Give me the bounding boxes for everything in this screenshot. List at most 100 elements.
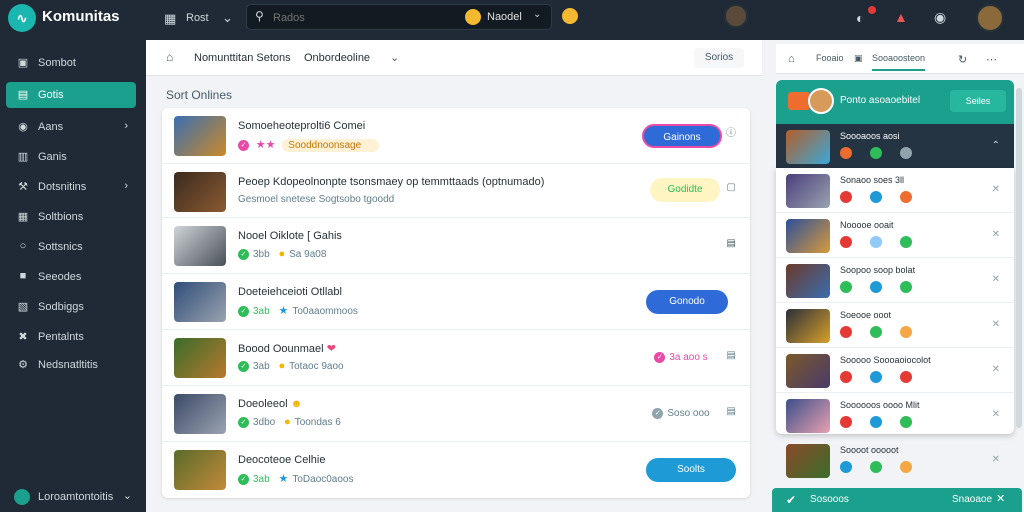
sidebar-item-label: Seeodes: [38, 271, 82, 283]
sidebar-item-label: Sombot: [38, 57, 76, 69]
active-item[interactable]: Soooaoos aosi ⌃: [776, 124, 1014, 168]
item-title: Boood Oounmael ❤: [238, 343, 336, 355]
window-icon[interactable]: ▤: [727, 350, 736, 361]
item-title: Doeoleeol ☻: [238, 398, 303, 410]
sidebar-item-gotis[interactable]: ▤ Gotis: [6, 82, 136, 108]
window-icon[interactable]: ▢: [727, 182, 736, 193]
collapse-icon[interactable]: ⌃: [992, 140, 1000, 151]
game-thumbnail: [786, 354, 830, 388]
sidebar-item-label: Soltbions: [38, 211, 84, 223]
notification-icon[interactable]: ◐: [856, 10, 864, 26]
star-icon: ●: [278, 248, 286, 260]
close-icon[interactable]: ✕: [992, 184, 1000, 195]
scrollbar[interactable]: [1016, 88, 1022, 428]
sidebar-item-label: Pentalnts: [38, 331, 84, 343]
status-dots: [840, 460, 930, 478]
close-icon[interactable]: ✕: [992, 409, 1000, 420]
chevron-down-icon[interactable]: ⌄: [390, 51, 399, 64]
game-thumbnail: [174, 116, 226, 156]
tab-icon[interactable]: ▣: [854, 53, 863, 64]
close-icon[interactable]: ✕: [996, 492, 1005, 505]
close-icon[interactable]: ✕: [992, 364, 1000, 375]
right-panel-footer[interactable]: ✔ Sosooos Snaoaoe ✕: [772, 488, 1022, 512]
check-icon: ✓: [238, 360, 249, 372]
chevron-down-icon[interactable]: ⌄: [533, 9, 541, 20]
chevron-down-icon[interactable]: ⌄: [222, 10, 233, 26]
reaction-icon[interactable]: [562, 8, 578, 24]
sidebar-item-sottsnics[interactable]: ○ Sottsnics: [6, 234, 136, 260]
item-title: Deocoteoe Celhie: [238, 454, 326, 466]
list-item[interactable]: Doeteiehceioti Otllabl ✓ 3ab ★ To0aaommoos…: [162, 274, 750, 330]
chevron-down-icon[interactable]: ⌄: [123, 489, 132, 502]
home-icon[interactable]: ⌂: [788, 53, 795, 65]
item-name: Nooooe ooait: [840, 220, 894, 230]
grid-menu-icon[interactable]: ▦: [164, 11, 176, 27]
chevron-right-icon[interactable]: ›: [124, 180, 128, 192]
close-icon[interactable]: ✕: [992, 229, 1000, 240]
list-item[interactable]: Peoep Kdopeolnonpte tsonsmaey op temmtta…: [162, 164, 750, 218]
item-subtitle: ✓ 3ab ● Totaoc 9aoo: [238, 360, 344, 372]
sidebar-item-ganis[interactable]: ▥ Ganis: [6, 144, 136, 170]
close-icon[interactable]: ✕: [992, 274, 1000, 285]
sidebar-item-dotsnitins[interactable]: ⚒ Dotsnitins ›: [6, 174, 136, 200]
window-icon[interactable]: ▤: [727, 406, 736, 417]
list-item[interactable]: Somoeheoteprolti6 Comei ✓ ★★ Sooddnoonsa…: [162, 108, 750, 164]
tab-fooaio[interactable]: Fooaio: [816, 53, 844, 63]
sidebar-item-label: Sodbiggs: [38, 301, 84, 313]
list-item[interactable]: Sooooo Soooaoiocolot ✕: [776, 348, 1014, 393]
action-button[interactable]: Soolts: [646, 458, 736, 482]
action-button[interactable]: Gonodo: [646, 290, 728, 314]
top-bar: ∿ Komunitas ▦ Rost ⌄ ⚲ Naodel ⌄ ◐ ▲ ◉: [0, 0, 1024, 40]
list-item[interactable]: Soeooe ooot ✕: [776, 303, 1014, 348]
status-pill[interactable]: ✓ 3a aoo s: [648, 346, 714, 370]
info-icon[interactable]: ⓘ: [726, 124, 736, 139]
close-icon[interactable]: ✕: [992, 454, 1000, 465]
list-item[interactable]: Soopoo soop bolat ✕: [776, 258, 1014, 303]
search-box[interactable]: ⚲ Naodel ⌄: [246, 4, 552, 30]
search-chip[interactable]: Naodel: [487, 11, 522, 23]
user-avatar[interactable]: [976, 4, 1004, 32]
chevron-right-icon[interactable]: ›: [124, 120, 128, 132]
alert-icon[interactable]: ▲: [894, 9, 908, 25]
close-icon[interactable]: ✕: [992, 319, 1000, 330]
item-subtitle: ✓ 3bb ● Sa 9a08: [238, 248, 326, 260]
main-header: ⌂ Nomunttitan Setons Onbordeoline ⌄ Sori…: [146, 40, 762, 76]
heart-icon: ❤: [326, 343, 336, 355]
app-logo-icon[interactable]: ∿: [8, 4, 36, 32]
user-avatar-center[interactable]: [724, 4, 748, 28]
list-item[interactable]: Deocoteoe Celhie ✓ 3ab ★ ToDaoc0aoos Soolt…: [162, 442, 750, 498]
sidebar-item-pentalnts[interactable]: ✖ Pentalnts: [6, 324, 136, 350]
sidebar-item-sombot[interactable]: ▣ Sombot: [6, 50, 136, 76]
menu-label[interactable]: Rost: [186, 12, 209, 24]
tools-icon: ✖: [18, 331, 28, 343]
list-item[interactable]: Sonaoo soes 3ll ✕: [776, 168, 1014, 213]
search-input[interactable]: [273, 9, 453, 27]
sidebar-item-aans[interactable]: ◉ Aans ›: [6, 114, 136, 140]
list-item[interactable]: Doeoleeol ☻ ✓ 3dbo ● Toondas 6 ✓ Soso ooo ▤: [162, 386, 750, 442]
status-dots: [840, 325, 930, 343]
status-pill[interactable]: Godidte: [650, 178, 720, 202]
sidebar-item-soltbions[interactable]: ▦ Soltbions: [6, 204, 136, 230]
more-icon[interactable]: ⋯: [986, 53, 997, 66]
view-dropdown[interactable]: Onbordeoline: [304, 52, 370, 64]
sidebar-footer[interactable]: Loroamtontoitis ⌄: [6, 484, 140, 510]
sidebar-item-sodbiggs[interactable]: ▧ Sodbiggs: [6, 294, 136, 320]
home-icon[interactable]: ⌂: [166, 50, 173, 64]
settings-icon[interactable]: ◉: [934, 9, 946, 26]
list-item[interactable]: Soooot ooooot ✕: [776, 438, 1014, 482]
sidebar-item-seeodes[interactable]: ■ Seeodes: [6, 264, 136, 290]
list-item[interactable]: Nooel Oiklote [ Gahis ✓ 3bb ● Sa 9a08 ▤: [162, 218, 750, 274]
item-name: Soopoo soop bolat: [840, 265, 916, 275]
list-item[interactable]: Boood Oounmael ❤ ✓ 3ab ● Totaoc 9aoo ✓ 3a a…: [162, 330, 750, 386]
sidebar-item-nedsnatltitis[interactable]: ⚙ Nedsnatltitis: [6, 352, 136, 378]
refresh-icon[interactable]: ↻: [958, 53, 967, 66]
window-icon[interactable]: ▤: [727, 238, 736, 249]
play-button[interactable]: Gainons: [642, 124, 722, 148]
status-pill[interactable]: ✓ Soso ooo: [648, 402, 714, 426]
sort-button[interactable]: Sorios: [694, 48, 744, 68]
friends-list: Sonaoo soes 3ll ✕ Nooooe ooait ✕ Soopoo …: [776, 168, 1014, 434]
tab-sooaoosteon[interactable]: Sooaoosteon: [872, 53, 926, 71]
list-item[interactable]: Soooooos oooo Mlit ✕: [776, 393, 1014, 438]
featured-button[interactable]: Seiles: [950, 90, 1006, 112]
list-item[interactable]: Nooooe ooait ✕: [776, 213, 1014, 258]
